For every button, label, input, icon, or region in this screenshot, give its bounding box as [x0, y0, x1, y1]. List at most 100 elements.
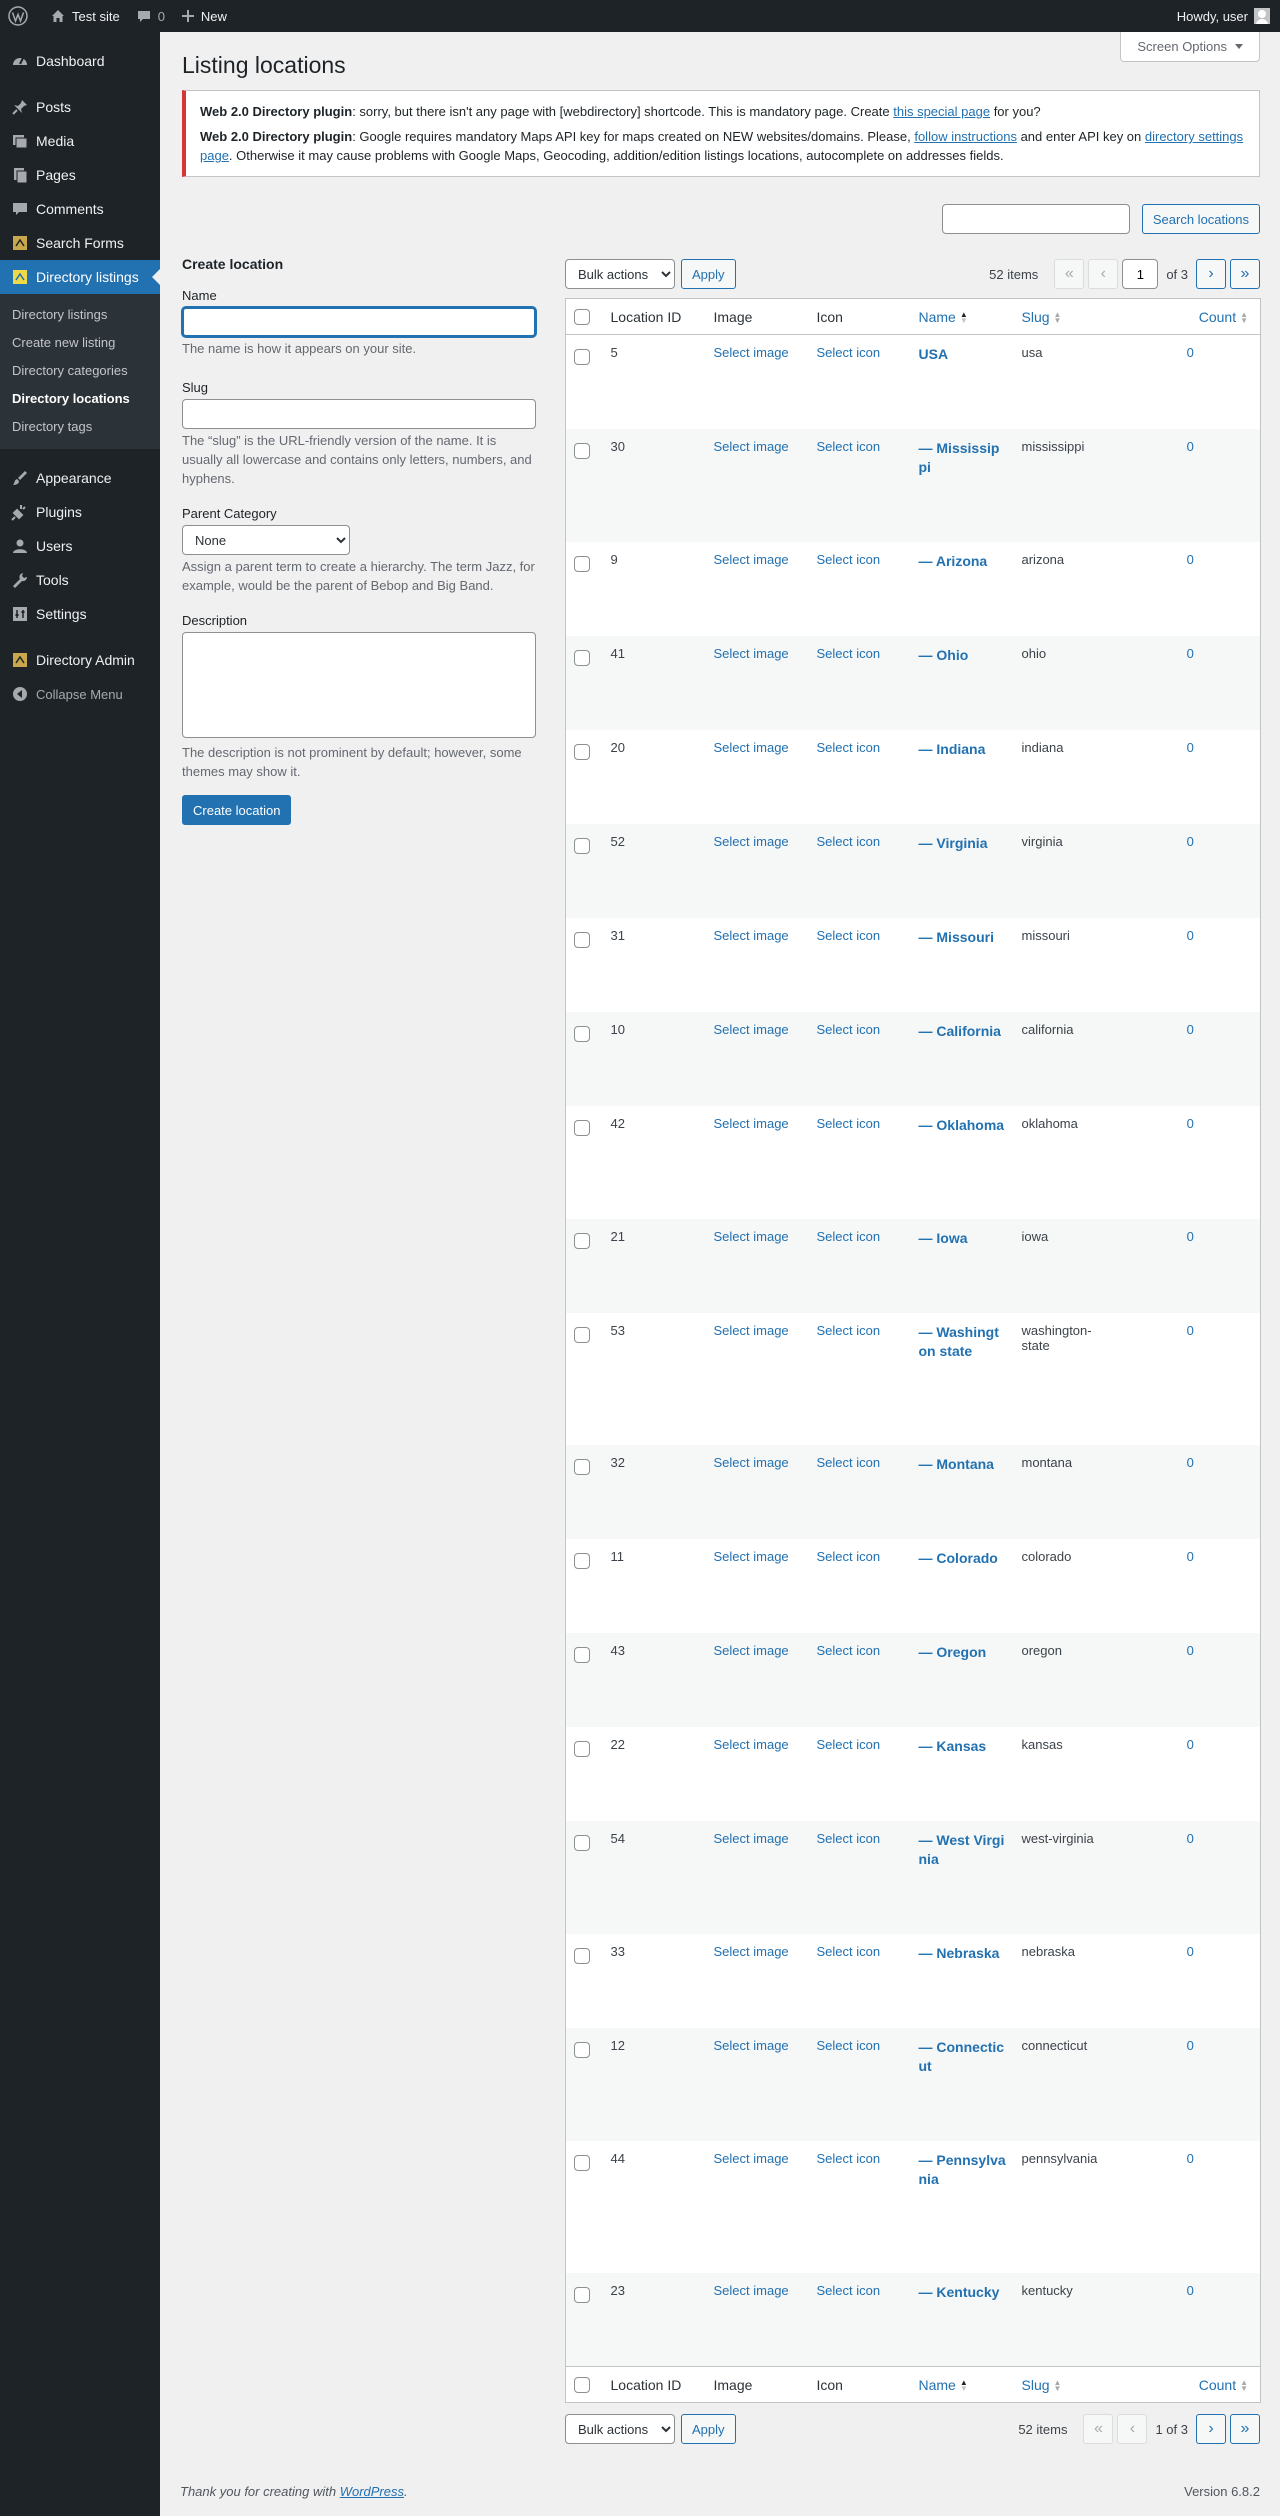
menu-directory-listings[interactable]: Directory listings: [0, 260, 160, 294]
row-checkbox[interactable]: [574, 1834, 590, 1851]
row-checkbox[interactable]: [574, 1326, 590, 1343]
count-link[interactable]: 0: [1187, 1455, 1194, 1470]
menu-media[interactable]: Media: [0, 124, 160, 158]
slug-input[interactable]: [182, 399, 536, 429]
select-icon-link[interactable]: Select icon: [817, 439, 881, 454]
select-image-link[interactable]: Select image: [714, 2283, 789, 2298]
new-content-link[interactable]: New: [173, 0, 235, 32]
select-image-link[interactable]: Select image: [714, 1229, 789, 1244]
select-all-checkbox-bottom[interactable]: [574, 2377, 590, 2394]
row-checkbox[interactable]: [574, 931, 590, 948]
col-slug[interactable]: Slug ▲ ▼: [1013, 298, 1121, 335]
row-checkbox[interactable]: [574, 743, 590, 760]
location-name-link[interactable]: — Indiana: [919, 740, 1007, 759]
select-image-link[interactable]: Select image: [714, 2038, 789, 2053]
count-link[interactable]: 0: [1187, 552, 1194, 567]
select-icon-link[interactable]: Select icon: [817, 1323, 881, 1338]
select-image-link[interactable]: Select image: [714, 1022, 789, 1037]
submenu-directory-categories[interactable]: Directory categories: [0, 357, 160, 385]
count-link[interactable]: 0: [1187, 1831, 1194, 1846]
count-link[interactable]: 0: [1187, 345, 1194, 360]
count-link[interactable]: 0: [1187, 834, 1194, 849]
select-icon-link[interactable]: Select icon: [817, 2038, 881, 2053]
row-checkbox[interactable]: [574, 1947, 590, 1964]
count-link[interactable]: 0: [1187, 2283, 1194, 2298]
col-name[interactable]: Name ▲ ▼: [910, 298, 1014, 335]
select-icon-link[interactable]: Select icon: [817, 1643, 881, 1658]
select-icon-link[interactable]: Select icon: [817, 1229, 881, 1244]
select-icon-link[interactable]: Select icon: [817, 646, 881, 661]
menu-posts[interactable]: Posts: [0, 90, 160, 124]
comments-link[interactable]: 0: [128, 0, 173, 32]
select-image-link[interactable]: Select image: [714, 1831, 789, 1846]
count-link[interactable]: 0: [1187, 2151, 1194, 2166]
select-image-link[interactable]: Select image: [714, 1643, 789, 1658]
row-checkbox[interactable]: [574, 555, 590, 572]
col-name-footer[interactable]: Name ▲ ▼: [910, 2366, 1014, 2403]
row-checkbox[interactable]: [574, 2286, 590, 2303]
row-checkbox[interactable]: [574, 1025, 590, 1042]
menu-appearance[interactable]: Appearance: [0, 461, 160, 495]
menu-pages[interactable]: Pages: [0, 158, 160, 192]
count-link[interactable]: 0: [1187, 439, 1194, 454]
select-image-link[interactable]: Select image: [714, 345, 789, 360]
select-icon-link[interactable]: Select icon: [817, 1549, 881, 1564]
location-name-link[interactable]: — Missouri: [919, 928, 1007, 947]
select-icon-link[interactable]: Select icon: [817, 1944, 881, 1959]
submenu-create-new-listing[interactable]: Create new listing: [0, 329, 160, 357]
menu-tools[interactable]: Tools: [0, 563, 160, 597]
next-page-button-bottom[interactable]: ›: [1196, 2414, 1226, 2444]
description-textarea[interactable]: [182, 632, 536, 738]
count-link[interactable]: 0: [1187, 2038, 1194, 2053]
wordpress-link[interactable]: WordPress: [340, 2484, 404, 2499]
count-link[interactable]: 0: [1187, 1549, 1194, 1564]
submenu-directory-listings[interactable]: Directory listings: [0, 301, 160, 329]
menu-comments[interactable]: Comments: [0, 192, 160, 226]
select-image-link[interactable]: Select image: [714, 740, 789, 755]
location-name-link[interactable]: — California: [919, 1022, 1007, 1041]
select-image-link[interactable]: Select image: [714, 1737, 789, 1752]
bulk-actions-select[interactable]: Bulk actions: [565, 259, 675, 289]
count-link[interactable]: 0: [1187, 1944, 1194, 1959]
col-count-footer[interactable]: Count ▲ ▼: [1120, 2366, 1261, 2403]
follow-instructions-link[interactable]: follow instructions: [914, 129, 1017, 144]
count-link[interactable]: 0: [1187, 1022, 1194, 1037]
location-name-link[interactable]: — West Virginia: [919, 1831, 1007, 1869]
select-icon-link[interactable]: Select icon: [817, 1831, 881, 1846]
location-name-link[interactable]: — Pennsylvania: [919, 2151, 1007, 2189]
select-image-link[interactable]: Select image: [714, 552, 789, 567]
select-icon-link[interactable]: Select icon: [817, 552, 881, 567]
site-name-link[interactable]: Test site: [42, 0, 128, 32]
row-checkbox[interactable]: [574, 1119, 590, 1136]
last-page-button-bottom[interactable]: »: [1230, 2414, 1260, 2444]
count-link[interactable]: 0: [1187, 740, 1194, 755]
location-name-link[interactable]: — Arizona: [919, 552, 1007, 571]
screen-options-button[interactable]: Screen Options: [1120, 32, 1260, 62]
select-icon-link[interactable]: Select icon: [817, 1116, 881, 1131]
select-icon-link[interactable]: Select icon: [817, 345, 881, 360]
select-image-link[interactable]: Select image: [714, 2151, 789, 2166]
row-checkbox[interactable]: [574, 349, 590, 365]
select-icon-link[interactable]: Select icon: [817, 834, 881, 849]
count-link[interactable]: 0: [1187, 1116, 1194, 1131]
select-icon-link[interactable]: Select icon: [817, 2151, 881, 2166]
menu-plugins[interactable]: Plugins: [0, 495, 160, 529]
location-name-link[interactable]: — Kansas: [919, 1737, 1007, 1756]
row-checkbox[interactable]: [574, 649, 590, 666]
submenu-directory-tags[interactable]: Directory tags: [0, 413, 160, 441]
select-all-checkbox[interactable]: [574, 309, 590, 326]
select-image-link[interactable]: Select image: [714, 928, 789, 943]
select-image-link[interactable]: Select image: [714, 834, 789, 849]
select-image-link[interactable]: Select image: [714, 646, 789, 661]
wordpress-logo[interactable]: [0, 0, 42, 32]
select-image-link[interactable]: Select image: [714, 1323, 789, 1338]
select-image-link[interactable]: Select image: [714, 1944, 789, 1959]
location-name-link[interactable]: — Oregon: [919, 1643, 1007, 1662]
count-link[interactable]: 0: [1187, 1229, 1194, 1244]
location-name-link[interactable]: — Montana: [919, 1455, 1007, 1474]
row-checkbox[interactable]: [574, 1458, 590, 1475]
select-icon-link[interactable]: Select icon: [817, 740, 881, 755]
select-image-link[interactable]: Select image: [714, 1549, 789, 1564]
bulk-actions-select-bottom[interactable]: Bulk actions: [565, 2414, 675, 2444]
location-name-link[interactable]: — Connecticut: [919, 2038, 1007, 2076]
